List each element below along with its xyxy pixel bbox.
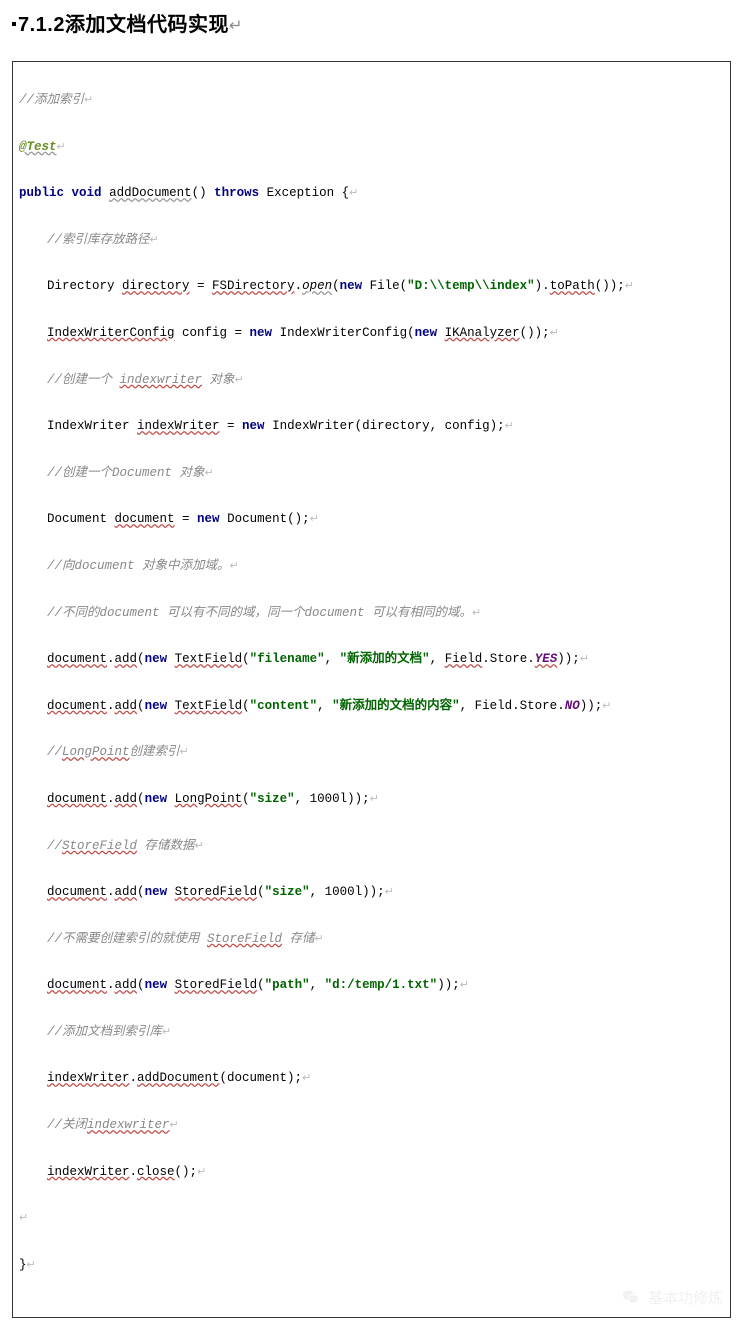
code-line: Directory directory = FSDirectory.open(n…	[19, 276, 724, 297]
code-line: document.add(new TextField("filename", "…	[19, 649, 724, 670]
code-line: IndexWriterConfig config = new IndexWrit…	[19, 323, 724, 344]
section-number: 7.1.2	[18, 14, 65, 36]
eol-marker: ↵	[229, 18, 243, 35]
comment: //添加文档到索引库	[47, 1025, 162, 1039]
comment: //StoreField 存储数据	[47, 839, 195, 853]
comment: //不需要创建索引的就使用 StoreField 存储	[47, 932, 315, 946]
section-heading: 7.1.2添加文档代码实现↵	[12, 8, 731, 37]
comment: //不同的document 可以有不同的域，同一个document 可以有相同的…	[47, 606, 472, 620]
method-signature: public void addDocument() throws Excepti…	[19, 183, 724, 204]
comment: //LongPoint创建索引	[47, 745, 180, 759]
closing-brace: }↵	[19, 1255, 724, 1276]
code-line: document.add(new TextField("content", "新…	[19, 696, 724, 717]
comment: //创建一个 indexwriter 对象	[47, 373, 235, 387]
annotation: @Test	[19, 140, 57, 154]
code-block: //添加索引↵ @Test↵ public void addDocument()…	[12, 61, 731, 1318]
code-line: document.add(new StoredField("size", 100…	[19, 882, 724, 903]
code-line: document.add(new StoredField("path", "d:…	[19, 975, 724, 996]
code-line: Document document = new Document();↵	[19, 509, 724, 530]
comment: //创建一个Document 对象	[47, 466, 205, 480]
code-line: indexWriter.addDocument(document);↵	[19, 1068, 724, 1089]
section-title: 添加文档代码实现	[65, 14, 229, 36]
comment: //添加索引	[19, 93, 84, 107]
bullet-icon	[12, 22, 16, 26]
code-line: indexWriter.close();↵	[19, 1162, 724, 1183]
code-line: document.add(new LongPoint("size", 1000l…	[19, 789, 724, 810]
comment: //关闭indexwriter	[47, 1118, 170, 1132]
code-line: IndexWriter indexWriter = new IndexWrite…	[19, 416, 724, 437]
comment: //向document 对象中添加域。	[47, 559, 230, 573]
comment: //索引库存放路径	[47, 233, 150, 247]
